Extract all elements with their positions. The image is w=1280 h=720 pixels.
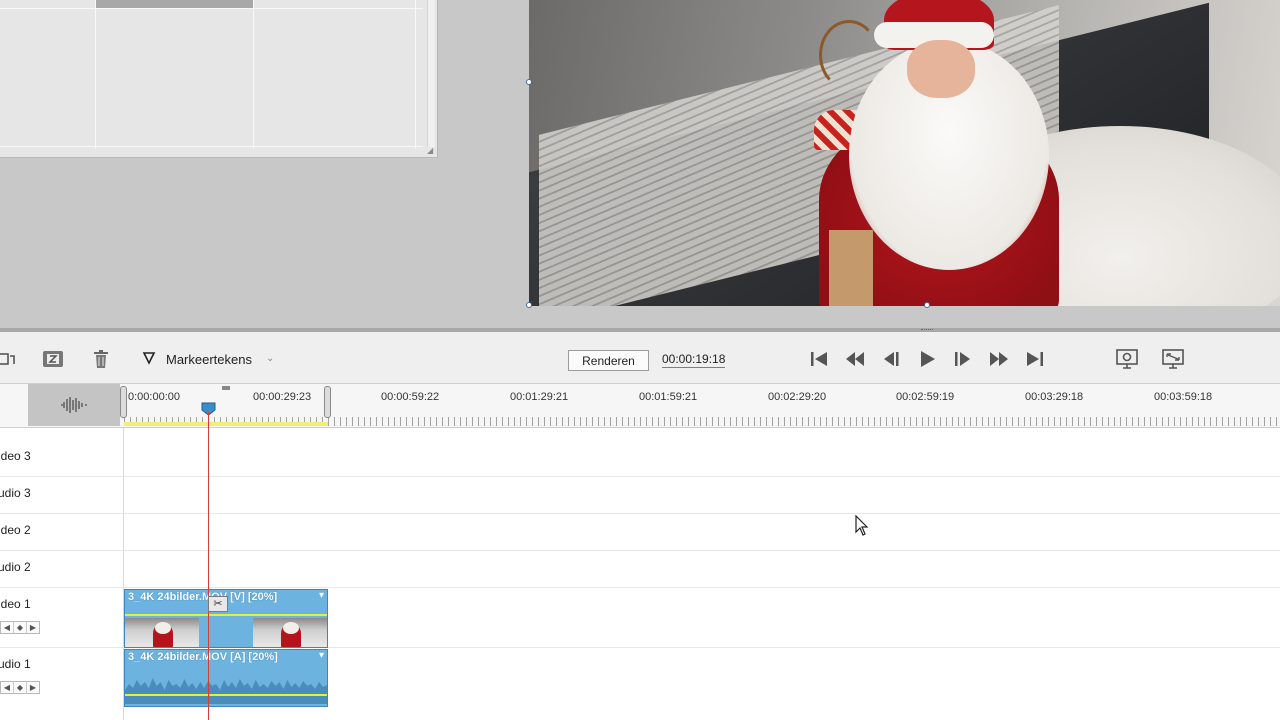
fullscreen-preview-icon[interactable]: [1160, 348, 1186, 370]
properties-grid-column: [96, 0, 254, 149]
track-label: ideo 2: [0, 523, 31, 537]
step-back-icon[interactable]: [879, 348, 903, 370]
chevron-down-icon[interactable]: ⌄: [266, 353, 274, 364]
clip-title: 3_4K 24bilder.MOV [V] [20%]: [128, 591, 278, 603]
timeline-toolbar: Markeertekens ⌄ Renderen 00:00:19:18: [0, 332, 1280, 384]
properties-scrollbar[interactable]: [427, 0, 435, 147]
properties-grid-column: [254, 0, 416, 149]
marker-dropdown-label[interactable]: Markeertekens: [166, 352, 252, 367]
clip-title: 3_4K 24bilder.MOV [A] [20%]: [128, 651, 278, 663]
go-to-start-icon[interactable]: [807, 348, 831, 370]
work-area-bar[interactable]: [124, 422, 328, 426]
properties-panel: ◢: [0, 0, 438, 158]
track-video-2[interactable]: ideo 2: [0, 514, 1280, 551]
preview-ornament-string: [819, 20, 879, 90]
current-timecode[interactable]: 00:00:19:18: [662, 352, 726, 368]
top-area: ◢: [0, 0, 1280, 328]
mouse-cursor-icon: [855, 515, 869, 536]
fast-forward-icon[interactable]: [987, 348, 1011, 370]
ruler-tick-label: 00:03:29:18: [1025, 391, 1084, 403]
out-point-handle[interactable]: [324, 386, 331, 418]
properties-grid-row: [0, 146, 423, 147]
step-forward-icon[interactable]: [951, 348, 975, 370]
playhead-line[interactable]: [208, 412, 209, 720]
ruler-tick-label: 00:02:59:19: [896, 391, 955, 403]
preview-santa-face: [907, 40, 975, 98]
track-label: ideo 1: [0, 597, 31, 611]
keyframe-navigator[interactable]: ◀ ◆ ▶: [0, 621, 40, 634]
previous-keyframe-icon[interactable]: ◀: [1, 622, 14, 633]
track-audio-3[interactable]: udio 3: [0, 477, 1280, 514]
ruler-tick-label: 00:01:59:21: [639, 391, 698, 403]
clip-volume-line[interactable]: [125, 694, 327, 696]
clip-thumbnail: [125, 618, 199, 647]
clip-menu-icon[interactable]: ▾: [319, 590, 324, 601]
render-button[interactable]: Renderen: [568, 350, 649, 371]
previous-keyframe-icon[interactable]: ◀: [1, 682, 14, 693]
audio-clip[interactable]: 3_4K 24bilder.MOV [A] [20%] ▾: [124, 649, 328, 707]
clip-thumbnail: [253, 618, 327, 647]
ruler-tick-label: 00:00:29:23: [253, 391, 312, 403]
track-label: udio 3: [0, 486, 31, 500]
go-to-end-icon[interactable]: [1023, 348, 1047, 370]
ruler-top-marker: [222, 386, 230, 390]
ruler-tick-label: 0:00:00:00: [128, 391, 180, 403]
track-label: udio 1: [0, 657, 31, 671]
preview-resize-handle[interactable]: [924, 302, 930, 308]
snapshot-icon[interactable]: [40, 348, 66, 370]
ruler-tick-label: 00:00:59:22: [381, 391, 440, 403]
rewind-icon[interactable]: [843, 348, 867, 370]
copy-icon[interactable]: [0, 348, 18, 370]
audio-waveform: [125, 678, 327, 704]
timeline-ruler[interactable]: 0:00:00:00 00:00:29:23 00:00:59:22 00:01…: [0, 384, 1280, 428]
add-keyframe-icon[interactable]: ◆: [14, 682, 27, 693]
video-preview[interactable]: [529, 0, 1280, 306]
preview-resize-handle[interactable]: [526, 302, 532, 308]
ruler-tick-label: 00:01:29:21: [510, 391, 569, 403]
divider-grip-icon[interactable]: [921, 329, 933, 331]
audio-waveform-toggle[interactable]: [28, 384, 120, 426]
trash-icon[interactable]: [90, 348, 112, 370]
audio-waveform-icon: [61, 397, 87, 413]
monitor-settings-icon[interactable]: [1114, 348, 1140, 370]
properties-grid-row: [0, 8, 423, 9]
properties-grid-column: [0, 0, 96, 149]
keyframe-navigator[interactable]: ◀ ◆ ▶: [0, 681, 40, 694]
preview-sled: [829, 230, 873, 306]
ruler-tick-label: 00:02:29:20: [768, 391, 827, 403]
clip-opacity-line[interactable]: [125, 614, 327, 616]
clip-menu-icon[interactable]: ▾: [319, 650, 324, 661]
next-keyframe-icon[interactable]: ▶: [27, 622, 39, 633]
preview-resize-handle[interactable]: [526, 79, 532, 85]
next-keyframe-icon[interactable]: ▶: [27, 682, 39, 693]
timeline-tracks: ideo 3 udio 3 ideo 2 udio 2 ideo 1 ◀ ◆ ▶…: [0, 428, 1280, 720]
scissors-icon[interactable]: ✂: [208, 596, 228, 612]
track-label: ideo 3: [0, 449, 31, 463]
track-label: udio 2: [0, 560, 31, 574]
play-icon[interactable]: [915, 348, 939, 370]
add-keyframe-icon[interactable]: ◆: [14, 622, 27, 633]
ruler-tick-label: 00:03:59:18: [1154, 391, 1213, 403]
marker-icon[interactable]: [140, 348, 158, 370]
in-point-handle[interactable]: [120, 386, 127, 418]
resize-grip-icon[interactable]: ◢: [427, 147, 435, 155]
track-audio-2[interactable]: udio 2: [0, 551, 1280, 588]
track-video-3[interactable]: ideo 3: [0, 439, 1280, 477]
